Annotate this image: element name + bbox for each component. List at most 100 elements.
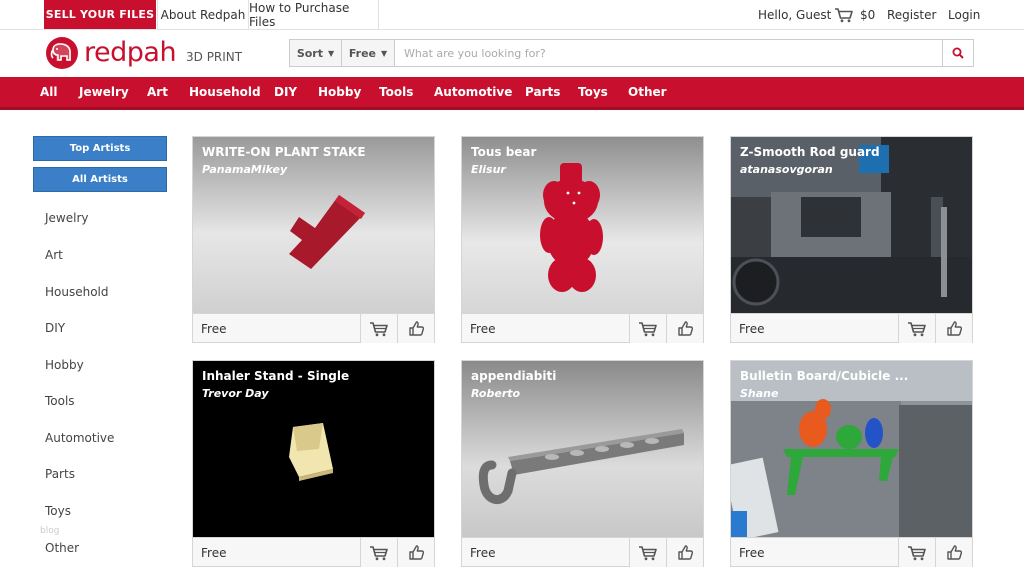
nav-item-hobby[interactable]: Hobby [318,77,361,107]
thumbs-up-icon [946,545,962,560]
like-button[interactable] [935,538,972,567]
card-footer: Free [193,537,434,567]
product-card[interactable]: Bulletin Board/Cubicle ... Shane Free [730,360,973,567]
sort-dropdown[interactable]: Sort ▼ [290,40,342,66]
like-button[interactable] [666,314,703,343]
product-title[interactable]: Tous bear [471,145,536,159]
nav-item-parts[interactable]: Parts [525,77,560,107]
card-footer: Free [193,313,434,343]
search-input[interactable] [396,40,942,66]
product-card[interactable]: Z-Smooth Rod guard atanasovgoran Free [730,136,973,343]
register-link[interactable]: Register [887,0,936,29]
sidebar-item-hobby[interactable]: Hobby [45,358,84,372]
nav-item-tools[interactable]: Tools [379,77,413,107]
product-price: Free [470,321,496,336]
category-nav: All Jewelry Art Household DIY Hobby Tool… [0,77,1024,110]
product-title[interactable]: Z-Smooth Rod guard [740,145,880,159]
thumbs-up-icon [677,321,693,336]
brand-subtitle: 3D PRINT [186,50,243,64]
product-title[interactable]: Bulletin Board/Cubicle ... [740,369,908,383]
product-card[interactable]: Tous bear Elisur Free [461,136,704,343]
product-author[interactable]: Roberto [471,387,520,400]
nav-item-diy[interactable]: DIY [274,77,297,107]
sidebar-item-other[interactable]: Other [45,541,79,555]
sidebar-item-tools[interactable]: Tools [45,394,75,408]
cart-icon [639,321,657,336]
card-footer: Free [462,313,703,343]
add-to-cart-button[interactable] [360,314,397,343]
product-author[interactable]: Shane [740,387,778,400]
cart-icon [370,545,388,560]
product-author[interactable]: Trevor Day [202,387,269,400]
free-label: Free [348,46,376,60]
chevron-down-icon: ▼ [328,48,335,58]
nav-item-household[interactable]: Household [189,77,261,107]
about-redpah-link[interactable]: About Redpah [157,0,249,29]
product-price: Free [739,321,765,336]
product-title[interactable]: appendiabiti [471,369,556,383]
card-footer: Free [731,313,972,343]
sidebar-item-automotive[interactable]: Automotive [45,431,114,445]
thumbs-up-icon [408,321,424,336]
top-artists-button[interactable]: Top Artists [33,136,167,161]
add-to-cart-button[interactable] [629,538,666,567]
cart-icon [639,545,657,560]
sidebar-item-parts[interactable]: Parts [45,467,75,481]
like-button[interactable] [666,538,703,567]
thumbs-up-icon [408,545,424,560]
chevron-down-icon: ▼ [381,48,388,58]
product-author[interactable]: atanasovgoran [740,163,833,176]
cart-icon [370,321,388,336]
add-to-cart-button[interactable] [898,314,935,343]
price-filter-dropdown[interactable]: Free ▼ [342,40,395,66]
cart-icon [908,545,926,560]
product-price: Free [201,321,227,336]
product-price: Free [739,545,765,560]
faint-text: blog [40,526,60,536]
search-bar: Sort ▼ Free ▼ [289,39,974,67]
nav-item-toys[interactable]: Toys [578,77,608,107]
cart-total[interactable]: $0 [860,0,875,29]
product-price: Free [470,545,496,560]
sidebar-item-toys[interactable]: Toys [45,504,71,518]
login-link[interactable]: Login [948,0,980,29]
nav-item-all[interactable]: All [40,77,58,107]
cart-icon[interactable] [834,0,854,29]
top-bar: SELL YOUR FILES About Redpah How to Purc… [0,0,1024,30]
like-button[interactable] [935,314,972,343]
add-to-cart-button[interactable] [898,538,935,567]
header: redpah 3D PRINT Sort ▼ Free ▼ [0,30,1024,76]
nav-item-automotive[interactable]: Automotive [434,77,512,107]
sidebar-item-jewelry[interactable]: Jewelry [45,211,89,225]
guest-greeting: Hello, Guest [758,7,832,22]
product-card[interactable]: WRITE-ON PLANT STAKE PanamaMikey Free [192,136,435,343]
thumbs-up-icon [946,321,962,336]
add-to-cart-button[interactable] [629,314,666,343]
product-price: Free [201,545,227,560]
elephant-logo-icon[interactable] [44,36,80,70]
sell-your-files-button[interactable]: SELL YOUR FILES [44,0,156,29]
product-title[interactable]: Inhaler Stand - Single [202,369,349,383]
product-card[interactable]: appendiabiti Roberto Free [461,360,704,567]
card-footer: Free [462,537,703,567]
brand-name[interactable]: redpah [84,36,177,70]
like-button[interactable] [397,314,434,343]
search-icon [952,47,964,59]
sort-label: Sort [296,46,323,60]
sidebar-item-art[interactable]: Art [45,248,63,262]
product-title[interactable]: WRITE-ON PLANT STAKE [202,145,366,159]
add-to-cart-button[interactable] [360,538,397,567]
how-to-purchase-link[interactable]: How to Purchase Files [249,0,379,29]
card-footer: Free [731,537,972,567]
product-card[interactable]: Inhaler Stand - Single Trevor Day Free [192,360,435,567]
nav-item-jewelry[interactable]: Jewelry [79,77,129,107]
sidebar-item-diy[interactable]: DIY [45,321,65,335]
product-author[interactable]: PanamaMikey [202,163,287,176]
all-artists-button[interactable]: All Artists [33,167,167,192]
like-button[interactable] [397,538,434,567]
product-author[interactable]: Elisur [471,163,506,176]
search-button[interactable] [942,40,973,66]
nav-item-other[interactable]: Other [628,77,667,107]
sidebar-item-household[interactable]: Household [45,285,109,299]
nav-item-art[interactable]: Art [147,77,168,107]
